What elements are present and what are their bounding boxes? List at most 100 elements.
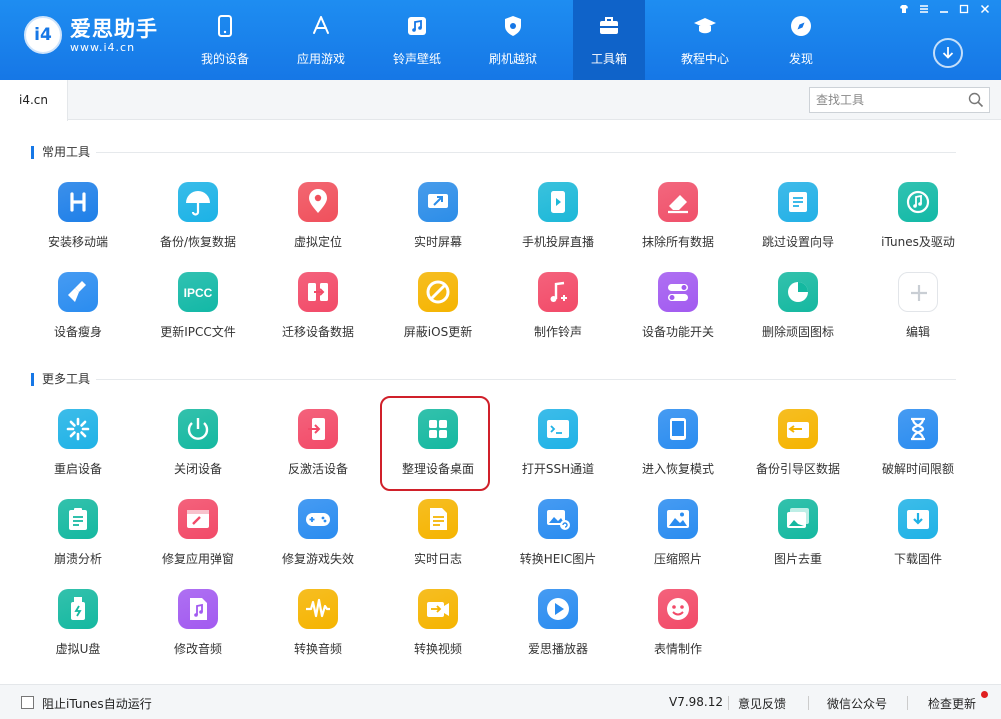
tool-power[interactable]: 关闭设备: [143, 409, 253, 485]
tool-label: 手机投屏直播: [521, 235, 594, 249]
app-store-icon: [313, 16, 329, 34]
tool-i4-app[interactable]: 安装移动端: [23, 182, 133, 258]
block-itunes-checkbox[interactable]: [21, 696, 34, 709]
shield-icon: [505, 16, 521, 36]
repair-window-icon: [178, 499, 218, 539]
tool-restart-spinner[interactable]: 重启设备: [23, 409, 133, 485]
tool-block-update[interactable]: 屏蔽iOS更新: [383, 272, 493, 348]
tool-waveform[interactable]: 转换音频: [263, 589, 373, 665]
tool-play[interactable]: 爱思播放器: [503, 589, 613, 665]
tool-label: 设备功能开关: [641, 325, 714, 339]
tool-label: 图片去重: [773, 552, 822, 566]
tool-ipcc[interactable]: IPCC 更新IPCC文件: [143, 272, 253, 348]
tool-label: 迁移设备数据: [281, 325, 354, 339]
tool-duplicate-photo[interactable]: 图片去重: [743, 499, 853, 575]
tool-setup-guide[interactable]: 跳过设置向导: [743, 182, 853, 258]
tool-gamepad[interactable]: 修复游戏失效: [263, 499, 373, 575]
tool-phone-cast[interactable]: 手机投屏直播: [503, 182, 613, 258]
tool-usb-drive[interactable]: 虚拟U盘: [23, 589, 133, 665]
minimize-button[interactable]: [935, 4, 953, 18]
tool-screen-mirror[interactable]: 实时屏幕: [383, 182, 493, 258]
tool-label: 制作铃声: [533, 325, 582, 339]
tool-migrate[interactable]: 迁移设备数据: [263, 272, 373, 348]
tool-deactivate[interactable]: 反激活设备: [263, 409, 373, 485]
skin-button[interactable]: [895, 4, 913, 18]
download-box-icon: [898, 499, 938, 539]
tool-label: 转换视频: [413, 642, 462, 656]
wechat-link[interactable]: 微信公众号: [827, 695, 887, 712]
logo-name: 爱思助手: [70, 16, 158, 41]
nav-my-device[interactable]: 我的设备: [189, 0, 261, 80]
svg-text:IPCC: IPCC: [184, 286, 213, 300]
tool-hourglass[interactable]: 破解时间限额: [863, 409, 973, 485]
tool-label: 抹除所有数据: [641, 235, 714, 249]
tool-broom[interactable]: 设备瘦身: [23, 272, 133, 348]
migrate-icon: [298, 272, 338, 312]
location-pin-icon: [298, 182, 338, 222]
tool-toggle-switch[interactable]: 设备功能开关: [623, 272, 733, 348]
search-input[interactable]: [810, 88, 960, 112]
version-label: V7.98.12: [669, 695, 724, 709]
download-button[interactable]: [933, 38, 963, 68]
tool-video-convert[interactable]: 转换视频: [383, 589, 493, 665]
nav-ringtones-wallpapers[interactable]: 铃声壁纸: [381, 0, 453, 80]
tool-ringtone[interactable]: 制作铃声: [503, 272, 613, 348]
nav-apps-games[interactable]: 应用游戏: [285, 0, 357, 80]
graduation-cap-icon: [694, 18, 716, 34]
tool-download-box[interactable]: 下载固件: [863, 499, 973, 575]
feedback-link[interactable]: 意见反馈: [738, 695, 786, 712]
tool-label: 进入恢复模式: [641, 462, 714, 476]
tab-i4cn[interactable]: i4.cn: [0, 80, 68, 121]
umbrella-icon: [178, 182, 218, 222]
gamepad-icon: [298, 499, 338, 539]
music-icon: [408, 17, 426, 35]
tool-audio-file[interactable]: 修改音频: [143, 589, 253, 665]
deactivate-icon: [298, 409, 338, 449]
tool-tablet[interactable]: 进入恢复模式: [623, 409, 733, 485]
nav-discover[interactable]: 发现: [765, 0, 837, 80]
nav-toolbox[interactable]: 工具箱: [573, 0, 645, 80]
tool-photo[interactable]: 压缩照片: [623, 499, 733, 575]
tool-eraser[interactable]: 抹除所有数据: [623, 182, 733, 258]
tool-label: 跳过设置向导: [761, 235, 834, 249]
check-update-link[interactable]: 检查更新: [928, 695, 976, 712]
nav-label: 应用游戏: [296, 52, 345, 66]
close-button[interactable]: [976, 4, 994, 18]
tool-repair-window[interactable]: 修复应用弹窗: [143, 499, 253, 575]
phone-icon: [218, 15, 232, 37]
maximize-button[interactable]: [955, 4, 973, 18]
tool-clipboard[interactable]: 崩溃分析: [23, 499, 133, 575]
tool-location-pin[interactable]: 虚拟定位: [263, 182, 373, 258]
search-icon[interactable]: [968, 92, 984, 108]
photo-icon: [658, 499, 698, 539]
phone-cast-icon: [538, 182, 578, 222]
download-arrow-icon: [942, 47, 954, 59]
tool-emoji[interactable]: 表情制作: [623, 589, 733, 665]
nav-tutorials[interactable]: 教程中心: [669, 0, 741, 80]
tool-label: 修复应用弹窗: [161, 552, 234, 566]
tool-terminal[interactable]: 打开SSH通道: [503, 409, 613, 485]
maximize-icon: [959, 4, 969, 14]
tool-label: 编辑: [905, 325, 930, 339]
emoji-icon: [658, 589, 698, 629]
tool-label: 关闭设备: [173, 462, 222, 476]
app-header: i4 爱思助手 www.i4.cn 我的设备 应用游戏 铃声壁纸 刷机越狱 工具…: [0, 0, 1001, 80]
tool-itunes[interactable]: iTunes及驱动: [863, 182, 973, 258]
search-box[interactable]: [809, 87, 990, 113]
nav-flash-jailbreak[interactable]: 刷机越狱: [477, 0, 549, 80]
app-logo[interactable]: i4 爱思助手 www.i4.cn: [24, 16, 158, 54]
tool-convert-image[interactable]: 转换HEIC图片: [503, 499, 613, 575]
logo-badge: i4: [24, 16, 62, 54]
tool-backup-drive[interactable]: 备份引导区数据: [743, 409, 853, 485]
tool-document[interactable]: 实时日志: [383, 499, 493, 575]
highlight-box: [380, 396, 490, 491]
menu-button[interactable]: [915, 4, 933, 18]
compass-icon: [791, 16, 811, 36]
tool-pie[interactable]: 删除顽固图标: [743, 272, 853, 348]
toggle-switch-icon: [658, 272, 698, 312]
nav-label: 铃声壁纸: [392, 52, 441, 66]
tool-label: 下载固件: [893, 552, 942, 566]
video-convert-icon: [418, 589, 458, 629]
tool-umbrella[interactable]: 备份/恢复数据: [143, 182, 253, 258]
tool-plus[interactable]: 编辑: [863, 272, 973, 348]
